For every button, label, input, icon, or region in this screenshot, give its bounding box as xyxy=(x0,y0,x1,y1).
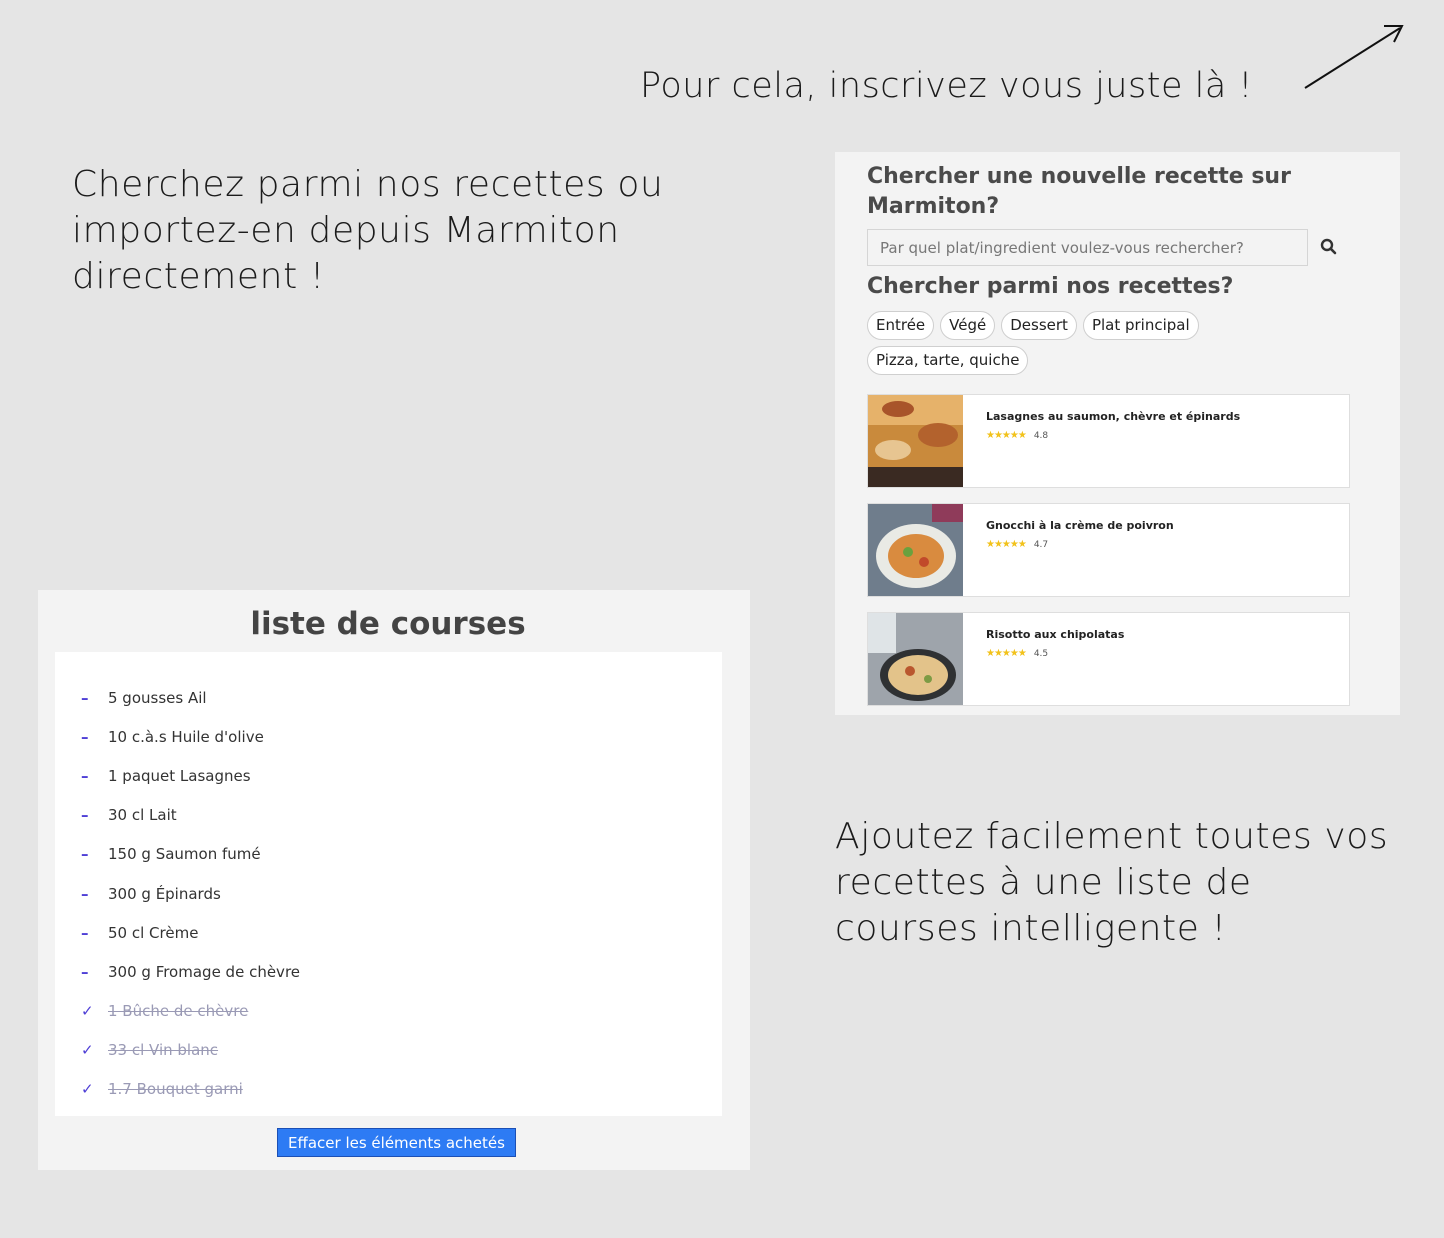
recipe-thumbnail xyxy=(868,613,963,705)
dash-icon: – xyxy=(81,923,89,942)
search-panel: Chercher une nouvelle recette sur Marmit… xyxy=(835,152,1400,715)
dash-icon: – xyxy=(81,845,89,864)
rating-value: 4.8 xyxy=(1033,430,1049,441)
dash-icon: – xyxy=(81,962,89,981)
search-icon xyxy=(1320,238,1337,254)
list-item-label: 1 paquet Lasagnes xyxy=(108,766,251,785)
chip-plat-principal[interactable]: Plat principal xyxy=(1082,311,1199,340)
list-item[interactable]: ✓ 1.7 Bouquet garni xyxy=(55,1070,722,1109)
list-item[interactable]: –1 paquet Lasagnes xyxy=(55,756,722,795)
list-item-label: 5 gousses Ail xyxy=(108,688,207,707)
shopping-list: –5 gousses Ail –10 c.à.s Huile d'olive –1 … xyxy=(55,678,722,1109)
chip-entree[interactable]: Entrée xyxy=(867,311,935,340)
list-item[interactable]: –300 g Fromage de chèvre xyxy=(55,952,722,991)
list-item-label: 1 Bûche de chèvre xyxy=(108,1002,249,1021)
category-chips: Entrée Végé Dessert Plat principal Pizza… xyxy=(867,311,1267,375)
signup-hint: Pour cela, inscrivez vous juste là ! xyxy=(640,66,1253,106)
list-item[interactable]: –30 cl Lait xyxy=(55,796,722,835)
list-item[interactable]: –300 g Épinards xyxy=(55,874,722,913)
search-button[interactable] xyxy=(1317,236,1341,260)
dash-icon: – xyxy=(81,688,89,707)
list-item-label: 1.7 Bouquet garni xyxy=(108,1080,243,1099)
list-item-label: 50 cl Crème xyxy=(108,923,199,942)
outro-text: Ajoutez facilement toutes vos recettes à… xyxy=(835,816,1389,949)
chip-dessert[interactable]: Dessert xyxy=(1001,311,1077,340)
shopping-list-panel: liste de courses –5 gousses Ail –10 c.à.s… xyxy=(38,590,750,1170)
list-item-label: 33 cl Vin blanc xyxy=(108,1041,219,1060)
recipe-card[interactable]: Lasagnes au saumon, chèvre et épinards ★… xyxy=(867,394,1350,488)
recipe-card[interactable]: Gnocchi à la crème de poivron ★★★★★ 4.7 xyxy=(867,503,1350,597)
list-item-label: 30 cl Lait xyxy=(108,806,177,825)
dash-icon: – xyxy=(81,727,89,746)
list-item[interactable]: ✓ 33 cl Vin blanc xyxy=(55,1031,722,1070)
list-item-label: 300 g Fromage de chèvre xyxy=(108,962,301,981)
recipe-thumbnail xyxy=(868,504,963,596)
chip-pizza-tarte-quiche[interactable]: Pizza, tarte, quiche xyxy=(867,346,1029,375)
dash-icon: – xyxy=(81,884,89,903)
check-icon: ✓ xyxy=(81,1002,94,1021)
recipe-card[interactable]: Risotto aux chipolatas ★★★★★ 4.5 xyxy=(867,612,1350,706)
recipe-thumbnail xyxy=(868,395,963,487)
list-item[interactable]: –5 gousses Ail xyxy=(55,678,722,717)
rating-stars: ★★★★★ xyxy=(986,539,1027,550)
shopping-list-box: –5 gousses Ail –10 c.à.s Huile d'olive –1 … xyxy=(55,652,722,1116)
rating-stars: ★★★★★ xyxy=(986,430,1027,441)
list-item[interactable]: –10 c.à.s Huile d'olive xyxy=(55,717,722,756)
list-item-label: 10 c.à.s Huile d'olive xyxy=(108,727,264,746)
local-search-title: Chercher parmi nos recettes? xyxy=(867,274,1234,299)
chip-vege[interactable]: Végé xyxy=(940,311,996,340)
dash-icon: – xyxy=(81,806,89,825)
list-item[interactable]: ✓ 1 Bûche de chèvre xyxy=(55,992,722,1031)
list-item-label: 150 g Saumon fumé xyxy=(108,845,261,864)
shopping-list-title: liste de courses xyxy=(250,606,526,642)
recipe-name: Gnocchi à la crème de poivron xyxy=(986,519,1174,532)
rating-value: 4.7 xyxy=(1033,539,1049,550)
intro-text: Cherchez parmi nos recettes ou importez-… xyxy=(72,164,664,297)
marmiton-search-title: Chercher une nouvelle recette sur Marmit… xyxy=(867,164,1291,219)
rating-stars: ★★★★★ xyxy=(986,648,1027,659)
search-input[interactable] xyxy=(867,229,1308,266)
check-icon: ✓ xyxy=(81,1080,94,1099)
list-item-label: 300 g Épinards xyxy=(108,884,221,903)
clear-bought-button[interactable]: Effacer les éléments achetés xyxy=(277,1128,516,1157)
recipe-name: Risotto aux chipolatas xyxy=(986,628,1125,641)
arrow-icon xyxy=(1304,25,1404,89)
list-item[interactable]: –150 g Saumon fumé xyxy=(55,835,722,874)
rating-value: 4.5 xyxy=(1033,648,1049,659)
recipe-name: Lasagnes au saumon, chèvre et épinards xyxy=(986,410,1241,423)
list-item[interactable]: –50 cl Crème xyxy=(55,913,722,952)
dash-icon: – xyxy=(81,766,89,785)
check-icon: ✓ xyxy=(81,1041,94,1060)
